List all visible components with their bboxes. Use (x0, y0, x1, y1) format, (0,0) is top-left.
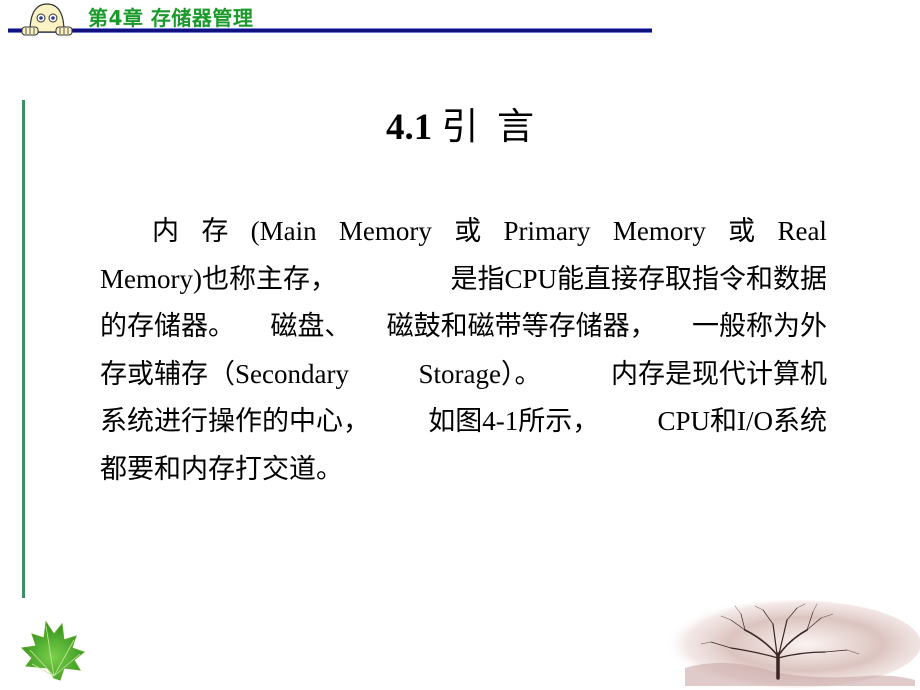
paragraph-word: 的存储器。 (100, 311, 235, 342)
paragraph-word: 磁盘、 (270, 311, 352, 342)
peeking-face-icon (21, 3, 73, 36)
paragraph-line: 存或辅存（Secondary Storage）。 内存是现代计算机 (100, 351, 827, 399)
paragraph-line: Memory)也称主存， 是指CPU能直接存取指令和数据 (100, 256, 827, 304)
paragraph-word: 如图4-1所示， (428, 406, 600, 437)
paragraph-word: 内 (152, 216, 179, 246)
green-leaf-icon (20, 620, 86, 681)
paragraph-word: Real (777, 216, 827, 246)
section-title-text: 引 言 (432, 107, 535, 148)
paragraph-word: 存 (201, 216, 229, 246)
paragraph-word: 系统进行操作的中心， (100, 406, 370, 437)
paragraph-word: 磁鼓和磁带等存储器， (386, 311, 657, 342)
body-paragraph: 内存 (Main Memory 或 Primary Memory 或 Real Memory)也… (100, 208, 827, 494)
paragraph-word: 一般称为外 (691, 311, 827, 342)
paragraph-word: 或 (454, 216, 482, 246)
paragraph-line: 内存 (Main Memory 或 Primary Memory 或 Real (100, 208, 827, 256)
paragraph-word: 存或辅存（Secondary (100, 358, 349, 389)
left-vertical-rule (22, 100, 25, 598)
paragraph-word: (Main (250, 216, 317, 246)
paragraph-word: 或 (728, 216, 756, 246)
paragraph-word: Primary (503, 216, 591, 246)
paragraph-line: 系统进行操作的中心， 如图4-1所示， CPU和I/O系统 (100, 398, 827, 446)
paragraph-line: 的存储器。 磁盘、 磁鼓和磁带等存储器， 一般称为外 (100, 303, 827, 351)
paragraph-word: Storage）。 (418, 358, 542, 389)
paragraph-word: 都要和内存打交道。 (100, 453, 343, 484)
paragraph-line: 都要和内存打交道。 (100, 446, 827, 494)
chapter-title: 第4章 存储器管理 (88, 6, 254, 30)
paragraph-word: 是指CPU能直接存取指令和数据 (450, 263, 827, 294)
paragraph-word: Memory (338, 216, 432, 246)
section-title: 4.1 引 言 (0, 96, 920, 150)
paragraph-word: 内存是现代计算机 (610, 358, 827, 389)
paragraph-word: Memory)也称主存， (100, 263, 337, 294)
bare-tree-landscape (665, 600, 920, 688)
section-number: 4.1 (386, 107, 433, 148)
paragraph-word: Memory (612, 216, 706, 246)
paragraph-word: CPU和I/O系统 (657, 406, 827, 437)
